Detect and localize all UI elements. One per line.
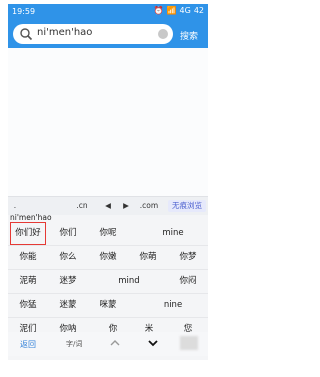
chevron-down-icon[interactable] [148, 338, 158, 348]
pinyin-text: ni'men'hao [10, 213, 52, 222]
mode-toggle-button[interactable]: 字/词 [66, 339, 82, 349]
candidate-row: 你能 你么 你嫩 你萌 你梦 [8, 246, 208, 270]
candidate-item[interactable]: 迷蒙 [52, 294, 84, 317]
incognito-button[interactable]: 无痕浏览 [168, 200, 206, 212]
candidate-item[interactable]: nine [148, 294, 198, 317]
status-icons: ⏰ 📶 4G 42 [154, 6, 204, 15]
pinyin-preview: ni'men'hao [8, 213, 208, 222]
signal-text: 4G [179, 6, 191, 15]
cn-key[interactable]: .cn [70, 200, 94, 212]
battery-level: 42 [193, 6, 204, 15]
candidate-grid: 你们好 你们 你呢 mine 你能 你么 你嫩 你萌 你梦 泥萌 迷梦 mind… [8, 222, 208, 342]
candidate-item[interactable]: mind [104, 270, 154, 293]
search-header: ni'men'hao 搜索 [8, 20, 208, 48]
left-arrow-icon[interactable]: ◀ [100, 200, 116, 212]
candidate-row: 你们好 你们 你呢 mine [8, 222, 208, 246]
candidate-item[interactable]: 你猛 [10, 294, 46, 317]
wifi-icon: 📶 [166, 6, 177, 15]
candidate-item[interactable]: 泥萌 [10, 270, 46, 293]
search-icon [20, 28, 33, 41]
phone-screen: 19:59 ⏰ 📶 4G 42 ni'men'hao 搜索 . .cn ◀ ▶ … [8, 4, 208, 360]
candidate-item[interactable]: 你么 [52, 246, 84, 269]
candidate-item[interactable]: 你呢 [90, 222, 126, 245]
page-content [8, 48, 208, 196]
chevron-up-icon[interactable] [110, 338, 120, 348]
ime-bottom-bar: 返回 字/词 [8, 332, 208, 356]
candidate-row: 你猛 迷蒙 咪蒙 nine [8, 294, 208, 318]
candidate-item[interactable]: 你们 [52, 222, 84, 245]
candidate-item[interactable]: mine [148, 222, 198, 245]
candidate-item[interactable]: 你嫩 [90, 246, 126, 269]
alarm-icon: ⏰ [153, 6, 164, 15]
right-arrow-icon[interactable]: ▶ [118, 200, 134, 212]
search-button[interactable]: 搜索 [180, 29, 198, 42]
clear-icon[interactable] [158, 29, 168, 39]
dot-key[interactable]: . [10, 200, 20, 212]
blurred-thumbnail [180, 336, 198, 350]
search-query: ni'men'hao [37, 27, 93, 38]
candidate-item[interactable]: 你萌 [130, 246, 166, 269]
candidate-item[interactable]: 你们好 [10, 222, 46, 245]
status-time: 19:59 [12, 7, 36, 16]
candidate-item[interactable]: 迷梦 [52, 270, 84, 293]
candidate-item[interactable]: 你闷 [170, 270, 206, 293]
candidate-row: 泥萌 迷梦 mind 你闷 [8, 270, 208, 294]
status-bar: 19:59 ⏰ 📶 4G 42 [8, 4, 208, 20]
back-button[interactable]: 返回 [20, 339, 36, 350]
com-key[interactable]: .com [136, 200, 162, 212]
search-input[interactable]: ni'men'hao [13, 24, 173, 44]
candidate-item[interactable]: 你能 [10, 246, 46, 269]
candidate-item[interactable]: 你梦 [170, 246, 206, 269]
candidate-item[interactable]: 咪蒙 [90, 294, 126, 317]
